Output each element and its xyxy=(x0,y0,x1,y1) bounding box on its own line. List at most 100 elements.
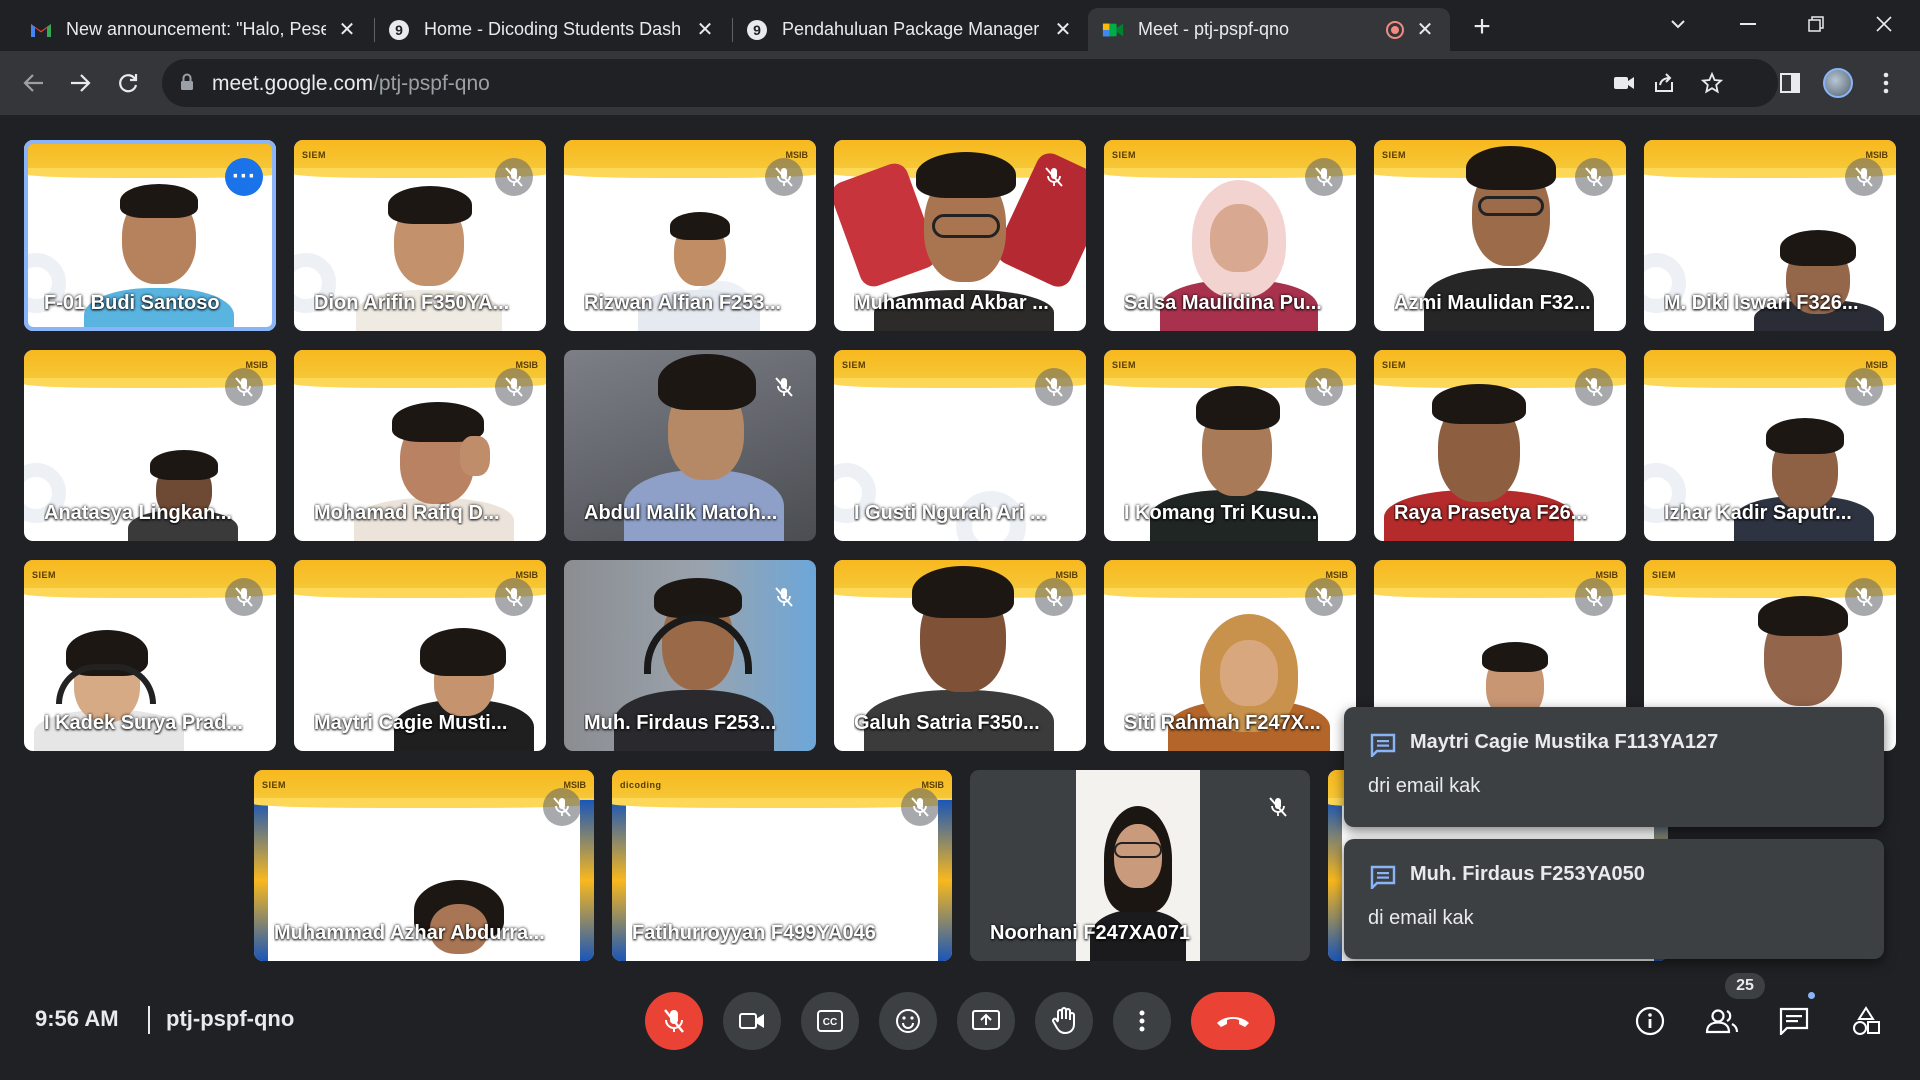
microphone-toggle-button[interactable] xyxy=(645,992,703,1050)
participant-tile[interactable]: SIEM I Komang Tri Kusu... xyxy=(1104,350,1356,541)
tab-gmail[interactable]: New announcement: "Halo, Pese ✕ xyxy=(16,8,372,51)
browser-menu-icon[interactable] xyxy=(1866,63,1906,103)
muted-mic-icon xyxy=(765,578,803,616)
participant-tile[interactable]: MSIB Galuh Satria F350... xyxy=(834,560,1086,751)
close-tab-icon[interactable]: ✕ xyxy=(336,19,358,41)
new-tab-icon[interactable]: + xyxy=(1466,12,1498,44)
chat-button[interactable] xyxy=(1769,996,1819,1046)
chat-notification[interactable]: Maytri Cagie Mustika F113YA127 dri email… xyxy=(1344,707,1884,827)
more-options-icon[interactable]: ··· xyxy=(225,158,263,196)
restore-icon[interactable] xyxy=(1796,6,1836,42)
info-icon xyxy=(1635,1006,1665,1036)
participant-name: Noorhani F247XA071 xyxy=(990,922,1191,944)
participant-tile[interactable]: MSIB Izhar Kadir Saputr... xyxy=(1644,350,1896,541)
muted-mic-icon xyxy=(1035,578,1073,616)
svg-text:9: 9 xyxy=(395,22,403,38)
participant-tile[interactable]: MSIB Rizwan Alfian F253... xyxy=(564,140,816,331)
tab-title: Pendahuluan Package Manager | xyxy=(782,19,1042,39)
participant-name: Salsa Maulidina Pu... xyxy=(1124,292,1322,314)
participant-name: Siti Rahmah F247X... xyxy=(1124,712,1321,734)
close-tab-icon[interactable]: ✕ xyxy=(694,19,716,41)
captions-button[interactable]: CC xyxy=(801,992,859,1050)
meet-control-bar: 9:56 AM ptj-pspf-qno CC 25 xyxy=(0,968,1920,1080)
address-bar[interactable]: meet.google.com/ptj-pspf-qno xyxy=(162,59,1778,107)
muted-mic-icon xyxy=(765,158,803,196)
participant-tile[interactable]: Noorhani F247XA071 xyxy=(970,770,1310,961)
profile-avatar[interactable] xyxy=(1818,63,1858,103)
meet-icon xyxy=(1102,19,1124,41)
chat-sender: Maytri Cagie Mustika F113YA127 xyxy=(1410,731,1719,753)
chat-icon xyxy=(1779,1007,1809,1035)
browser-toolbar: meet.google.com/ptj-pspf-qno xyxy=(0,51,1920,115)
participant-name: Rizwan Alfian F253... xyxy=(584,292,782,314)
reactions-button[interactable] xyxy=(879,992,937,1050)
reload-icon[interactable] xyxy=(108,63,148,103)
gmail-icon xyxy=(30,19,52,41)
close-tab-icon[interactable]: ✕ xyxy=(1052,19,1074,41)
present-screen-button[interactable] xyxy=(957,992,1015,1050)
chat-sender: Muh. Firdaus F253YA050 xyxy=(1410,863,1645,885)
bookmark-star-icon[interactable] xyxy=(1698,69,1726,97)
participant-tile[interactable]: MSIB Siti Rahmah F247X... xyxy=(1104,560,1356,751)
minimize-icon[interactable] xyxy=(1728,6,1768,42)
participant-name: I Kadek Surya Prad... xyxy=(44,712,243,734)
raise-hand-button[interactable] xyxy=(1035,992,1093,1050)
back-icon[interactable] xyxy=(14,63,54,103)
people-button[interactable] xyxy=(1697,996,1747,1046)
logo: SIEM xyxy=(262,780,287,790)
meeting-details-button[interactable] xyxy=(1625,996,1675,1046)
chat-message-icon xyxy=(1370,733,1396,762)
participant-tile[interactable]: SIEM Azmi Maulidan F32... xyxy=(1374,140,1626,331)
more-options-button[interactable] xyxy=(1113,992,1171,1050)
tab-dicoding-home[interactable]: 9 Home - Dicoding Students Dash ✕ xyxy=(374,8,730,51)
hang-up-icon xyxy=(1217,1017,1249,1027)
muted-mic-icon xyxy=(225,368,263,406)
participant-tile[interactable]: Muh. Firdaus F253... xyxy=(564,560,816,751)
tab-meet[interactable]: Meet - ptj-pspf-qno ✕ xyxy=(1088,8,1450,51)
logo: SIEM xyxy=(1112,360,1137,370)
camera-toggle-button[interactable] xyxy=(723,992,781,1050)
background-banner xyxy=(612,770,952,808)
participant-tile[interactable]: MSIB Mohamad Rafiq D... xyxy=(294,350,546,541)
participant-tile[interactable]: Abdul Malik Matoh... xyxy=(564,350,816,541)
participant-tile[interactable]: SIEM I Gusti Ngurah Ari ... xyxy=(834,350,1086,541)
logo: SIEM xyxy=(302,150,327,160)
participant-tile[interactable]: SIEM I Kadek Surya Prad... xyxy=(24,560,276,751)
participant-tile[interactable]: MSIB M. Diki Iswari F326... xyxy=(1644,140,1896,331)
participant-tile[interactable]: SIEM Raya Prasetya F26... xyxy=(1374,350,1626,541)
lock-icon[interactable] xyxy=(180,73,194,96)
participant-tile[interactable]: MSIB Anatasya Lingkan... xyxy=(24,350,276,541)
participant-name: I Gusti Ngurah Ari ... xyxy=(854,502,1047,524)
participant-name: Dion Arifin F350YA... xyxy=(314,292,510,314)
participant-tile[interactable]: SIEM Salsa Maulidina Pu... xyxy=(1104,140,1356,331)
participant-name: F-01 Budi Santoso xyxy=(44,292,220,314)
participant-tile[interactable]: ··· F-01 Budi Santoso xyxy=(24,140,276,331)
logo: SIEM xyxy=(1382,360,1407,370)
participant-tile[interactable]: Muhammad Akbar ... xyxy=(834,140,1086,331)
participant-tile[interactable]: SIEM MSIB Muhammad Azhar Abdurra... xyxy=(254,770,594,961)
close-window-icon[interactable] xyxy=(1864,6,1904,42)
emoji-icon xyxy=(896,1009,920,1033)
recording-indicator-icon xyxy=(1386,20,1404,39)
tab-title: Home - Dicoding Students Dash xyxy=(424,19,682,39)
divider xyxy=(148,1006,150,1034)
participant-tile[interactable]: MSIB Maytri Cagie Musti... xyxy=(294,560,546,751)
activities-button[interactable] xyxy=(1841,996,1891,1046)
forward-icon[interactable] xyxy=(60,63,100,103)
video-camera-icon xyxy=(739,1013,764,1029)
participant-tile[interactable]: SIEM Dion Arifin F350YA... xyxy=(294,140,546,331)
tab-package-manager[interactable]: 9 Pendahuluan Package Manager | ✕ xyxy=(732,8,1088,51)
tab-search-icon[interactable] xyxy=(1658,6,1698,42)
side-panel-icon[interactable] xyxy=(1770,63,1810,103)
camera-in-use-icon[interactable] xyxy=(1610,69,1638,97)
hand-icon xyxy=(1052,1007,1075,1034)
participant-tile[interactable]: dicoding MSIB Fatihurroyyan F499YA046 xyxy=(612,770,952,961)
tab-title: New announcement: "Halo, Pese xyxy=(66,19,326,39)
share-icon[interactable] xyxy=(1650,69,1678,97)
participant-name: Muhammad Azhar Abdurra... xyxy=(274,922,545,944)
present-icon xyxy=(972,1010,1000,1030)
background-banner xyxy=(254,770,594,808)
leave-call-button[interactable] xyxy=(1191,992,1275,1050)
chat-notification[interactable]: Muh. Firdaus F253YA050 di email kak xyxy=(1344,839,1884,959)
close-tab-icon[interactable]: ✕ xyxy=(1414,19,1436,41)
